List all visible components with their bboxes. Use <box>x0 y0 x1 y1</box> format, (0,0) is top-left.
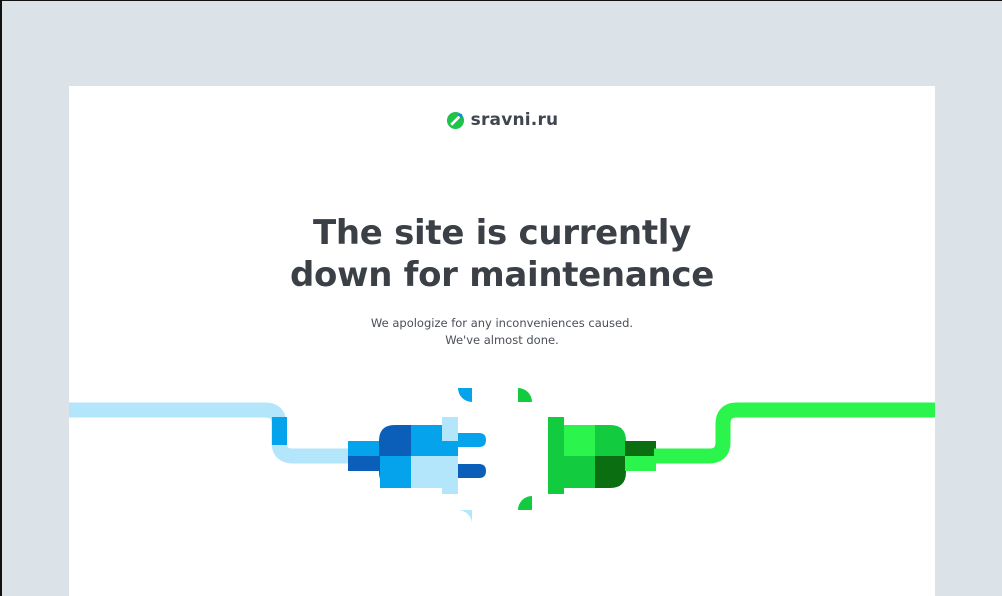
brand-logo[interactable]: sravni.ru <box>69 108 935 132</box>
maintenance-card: sravni.ru The site is currently down for… <box>69 86 935 596</box>
message-line-2: We've almost done. <box>445 333 559 347</box>
message-line-1: We apologize for any inconveniences caus… <box>370 316 634 330</box>
blue-cable <box>69 402 352 464</box>
spark-blue-bottom <box>458 510 472 524</box>
spark-green-top <box>518 388 532 402</box>
title-line-2: down for maintenance <box>289 255 714 295</box>
maintenance-message: We apologize for any inconveniences caus… <box>69 315 935 349</box>
green-cable <box>654 402 935 464</box>
unplugged-cable-illustration <box>69 388 935 524</box>
spark-blue-top <box>458 388 472 402</box>
maintenance-title: The site is currently down for maintenan… <box>69 212 935 296</box>
green-plug <box>548 417 656 494</box>
title-line-1: The site is currently <box>313 213 691 253</box>
spark-green-bottom <box>518 496 532 510</box>
brand-name: sravni.ru <box>470 110 559 130</box>
sravni-logo-icon <box>446 111 464 129</box>
blue-plug <box>348 417 486 494</box>
